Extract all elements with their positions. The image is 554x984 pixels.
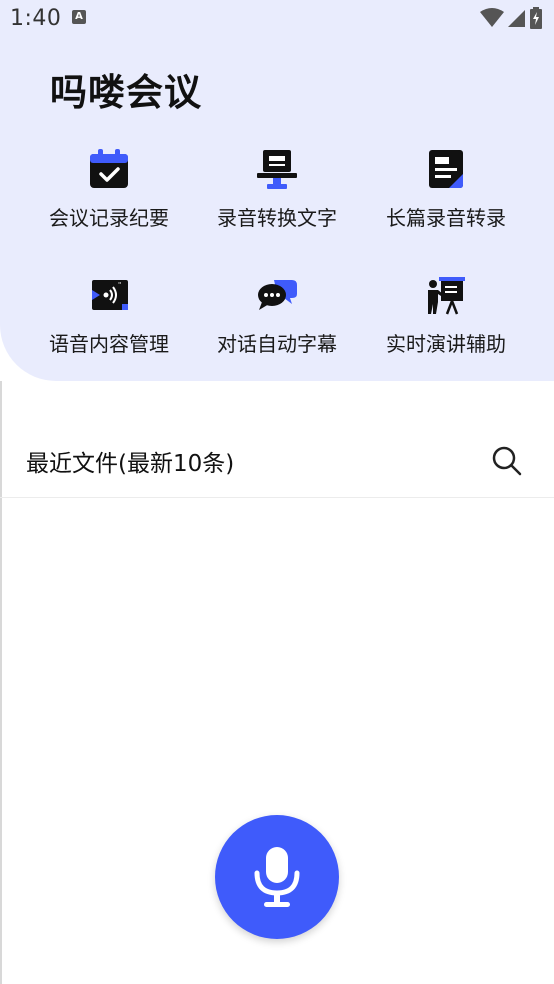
monitor-icon bbox=[257, 150, 297, 189]
app-screen: 1:40 A 吗喽会议 会议记录纪要 录音转换文字 长篇录音转录 " 语音内容管… bbox=[0, 0, 554, 984]
chat-bubbles-icon bbox=[258, 280, 297, 310]
section-divider bbox=[0, 497, 554, 498]
microphone-icon bbox=[254, 847, 300, 907]
app-title: 吗喽会议 bbox=[50, 71, 202, 114]
feature-label: 实时演讲辅助 bbox=[386, 332, 506, 356]
status-icons bbox=[480, 7, 542, 29]
document-icon bbox=[429, 150, 463, 188]
voice-card-icon: " bbox=[92, 280, 128, 310]
status-bar: 1:40 A bbox=[0, 0, 554, 38]
feature-label: 长篇录音转录 bbox=[386, 206, 506, 230]
feature-speech-assist[interactable]: 实时演讲辅助 bbox=[361, 274, 531, 374]
feature-label: 对话自动字幕 bbox=[217, 332, 337, 356]
svg-text:": " bbox=[118, 281, 121, 289]
feature-label: 语音内容管理 bbox=[49, 332, 169, 356]
wifi-icon bbox=[480, 8, 504, 27]
calendar-check-icon bbox=[90, 149, 128, 188]
feature-label: 录音转换文字 bbox=[217, 206, 337, 230]
recent-files-title: 最近文件(最新10条) bbox=[26, 451, 235, 477]
recent-files-header: 最近文件(最新10条) bbox=[0, 430, 554, 490]
presenter-icon bbox=[428, 277, 465, 315]
feature-meeting-minutes[interactable]: 会议记录纪要 bbox=[24, 148, 194, 248]
status-time: 1:40 bbox=[10, 6, 62, 31]
notification-a-icon: A bbox=[72, 10, 86, 24]
battery-icon bbox=[530, 7, 542, 29]
search-icon[interactable] bbox=[490, 444, 524, 478]
signal-icon bbox=[508, 10, 525, 27]
feature-long-recording[interactable]: 长篇录音转录 bbox=[361, 148, 531, 248]
feature-voice-management[interactable]: " 语音内容管理 bbox=[24, 274, 194, 374]
feature-label: 会议记录纪要 bbox=[49, 206, 169, 230]
feature-audio-to-text[interactable]: 录音转换文字 bbox=[192, 148, 362, 248]
feature-auto-subtitles[interactable]: 对话自动字幕 bbox=[192, 274, 362, 374]
record-mic-button[interactable] bbox=[215, 815, 339, 939]
